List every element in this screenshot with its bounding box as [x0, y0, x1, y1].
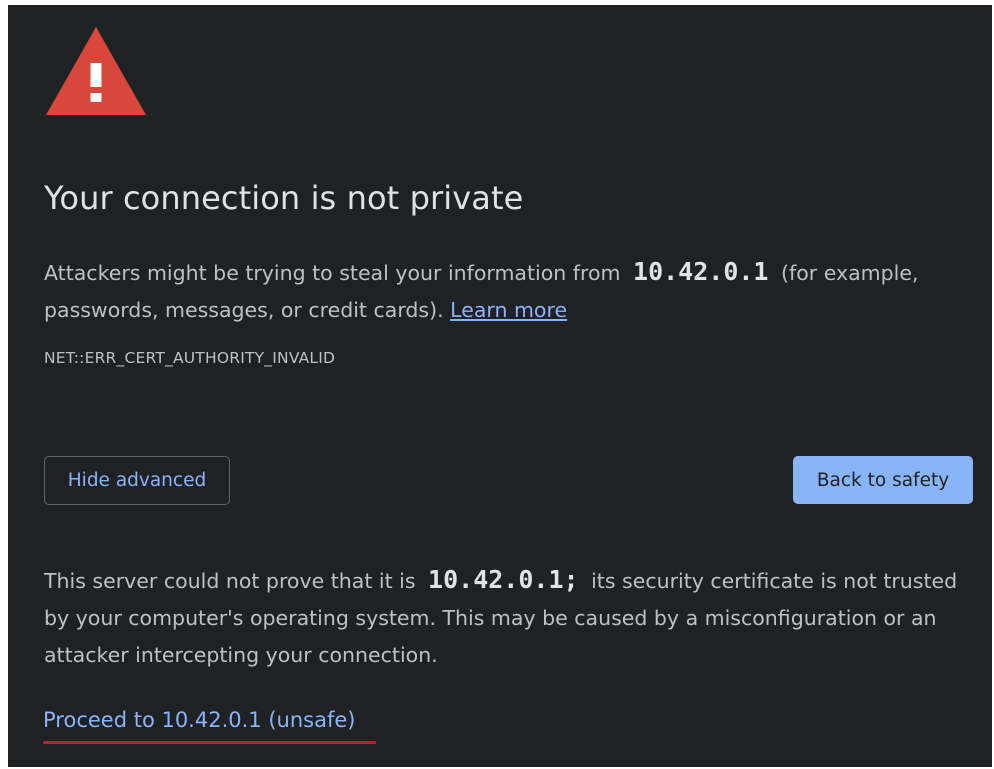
intro-text: Attackers might be trying to steal your … — [44, 253, 964, 329]
host-name: 10.42.0.1 — [633, 257, 769, 286]
interstitial-page: Your connection is not private Attackers… — [8, 5, 992, 767]
back-to-safety-button[interactable]: Back to safety — [793, 456, 973, 504]
learn-more-link[interactable]: Learn more — [450, 298, 567, 322]
exclamation-dot — [90, 93, 102, 102]
hide-advanced-button[interactable]: Hide advanced — [44, 456, 230, 505]
exclamation-bar — [90, 63, 102, 87]
proceed-unsafe-link[interactable]: Proceed to 10.42.0.1 (unsafe) — [43, 708, 355, 732]
intro-text-start: Attackers might be trying to steal your … — [44, 261, 621, 285]
advanced-host-name: 10.42.0.1; — [428, 565, 579, 594]
error-code: NET::ERR_CERT_AUTHORITY_INVALID — [44, 349, 336, 367]
warning-triangle-icon — [46, 27, 146, 115]
advanced-details-text: This server could not prove that it is 1… — [44, 561, 964, 674]
proceed-annotation-underline — [43, 741, 376, 744]
advanced-text-start: This server could not prove that it is — [44, 569, 416, 593]
page-title: Your connection is not private — [44, 179, 524, 217]
